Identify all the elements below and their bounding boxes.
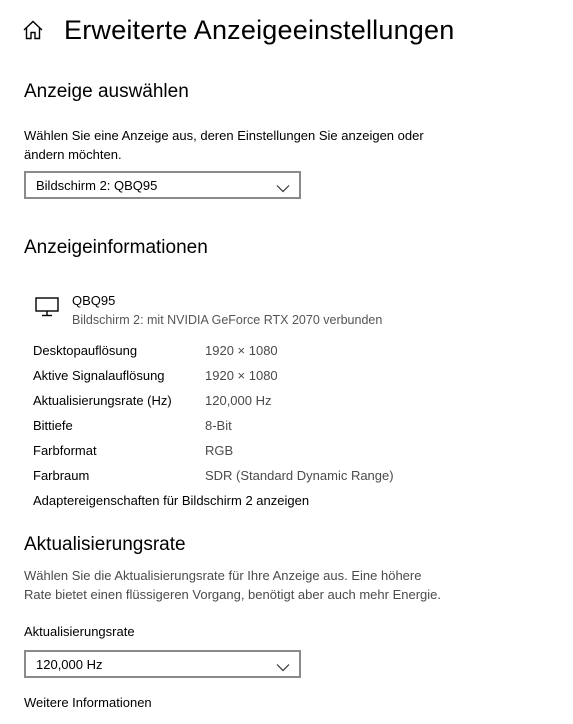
info-label: Farbformat <box>33 443 97 458</box>
refresh-rate-heading: Aktualisierungsrate <box>24 534 186 555</box>
select-display-description-line2: ändern möchten. <box>24 147 122 162</box>
select-display-heading: Anzeige auswählen <box>24 81 189 102</box>
info-label: Farbraum <box>33 468 90 483</box>
info-value: SDR (Standard Dynamic Range) <box>205 468 394 483</box>
refresh-rate-value: 120,000 Hz <box>36 656 103 672</box>
display-info-heading: Anzeigeinformationen <box>24 237 208 258</box>
info-row-refresh-rate: Aktualisierungsrate (Hz) 120,000 Hz <box>33 392 272 410</box>
info-label: Aktive Signalauflösung <box>33 368 165 383</box>
display-select-dropdown[interactable]: Bildschirm 2: QBQ95 <box>24 171 301 199</box>
refresh-rate-description: Wählen Sie die Aktualisierungsrate für I… <box>24 566 494 604</box>
page-header: Erweiterte Anzeigeeinstellungen <box>22 12 454 48</box>
refresh-rate-field-label: Aktualisierungsrate <box>24 624 135 639</box>
info-label: Desktopauflösung <box>33 343 138 358</box>
info-label: Aktualisierungsrate (Hz) <box>33 393 172 408</box>
info-value: 1920 × 1080 <box>205 368 278 383</box>
info-row-color-format: Farbformat RGB <box>33 442 233 460</box>
info-label: Bittiefe <box>33 418 73 433</box>
display-select-value: Bildschirm 2: QBQ95 <box>36 177 158 193</box>
monitor-name: QBQ95 <box>72 293 116 308</box>
refresh-rate-dropdown[interactable]: 120,000 Hz <box>24 650 301 678</box>
adapter-properties-link[interactable]: Adaptereigenschaften für Bildschirm 2 an… <box>33 492 309 510</box>
info-row-signal-resolution: Aktive Signalauflösung 1920 × 1080 <box>33 367 278 385</box>
home-icon[interactable] <box>22 19 44 41</box>
page-title: Erweiterte Anzeigeeinstellungen <box>64 15 455 45</box>
chevron-down-icon <box>276 180 290 193</box>
info-row-color-space: Farbraum SDR (Standard Dynamic Range) <box>33 467 394 485</box>
info-row-bit-depth: Bittiefe 8-Bit <box>33 417 232 435</box>
select-display-description-line1: Wählen Sie eine Anzeige aus, deren Einst… <box>24 128 424 143</box>
refresh-rate-description-line1: Wählen Sie die Aktualisierungsrate für I… <box>24 568 422 583</box>
more-info-link[interactable]: Weitere Informationen <box>24 694 152 712</box>
monitor-text: QBQ95 Bildschirm 2: mit NVIDIA GeForce R… <box>72 292 382 330</box>
info-value: 120,000 Hz <box>205 393 272 408</box>
info-value: 1920 × 1080 <box>205 343 278 358</box>
monitor-block: QBQ95 Bildschirm 2: mit NVIDIA GeForce R… <box>34 292 382 330</box>
chevron-down-icon <box>276 659 290 672</box>
monitor-icon <box>34 296 60 318</box>
info-value: RGB <box>205 443 234 458</box>
refresh-rate-description-line2: Rate bietet einen flüssigeren Vorgang, b… <box>24 587 441 602</box>
info-row-desktop-resolution: Desktopauflösung 1920 × 1080 <box>33 342 278 360</box>
select-display-description: Wählen Sie eine Anzeige aus, deren Einst… <box>24 126 494 164</box>
monitor-subtitle: Bildschirm 2: mit NVIDIA GeForce RTX 207… <box>72 313 383 327</box>
info-value: 8-Bit <box>205 418 232 433</box>
